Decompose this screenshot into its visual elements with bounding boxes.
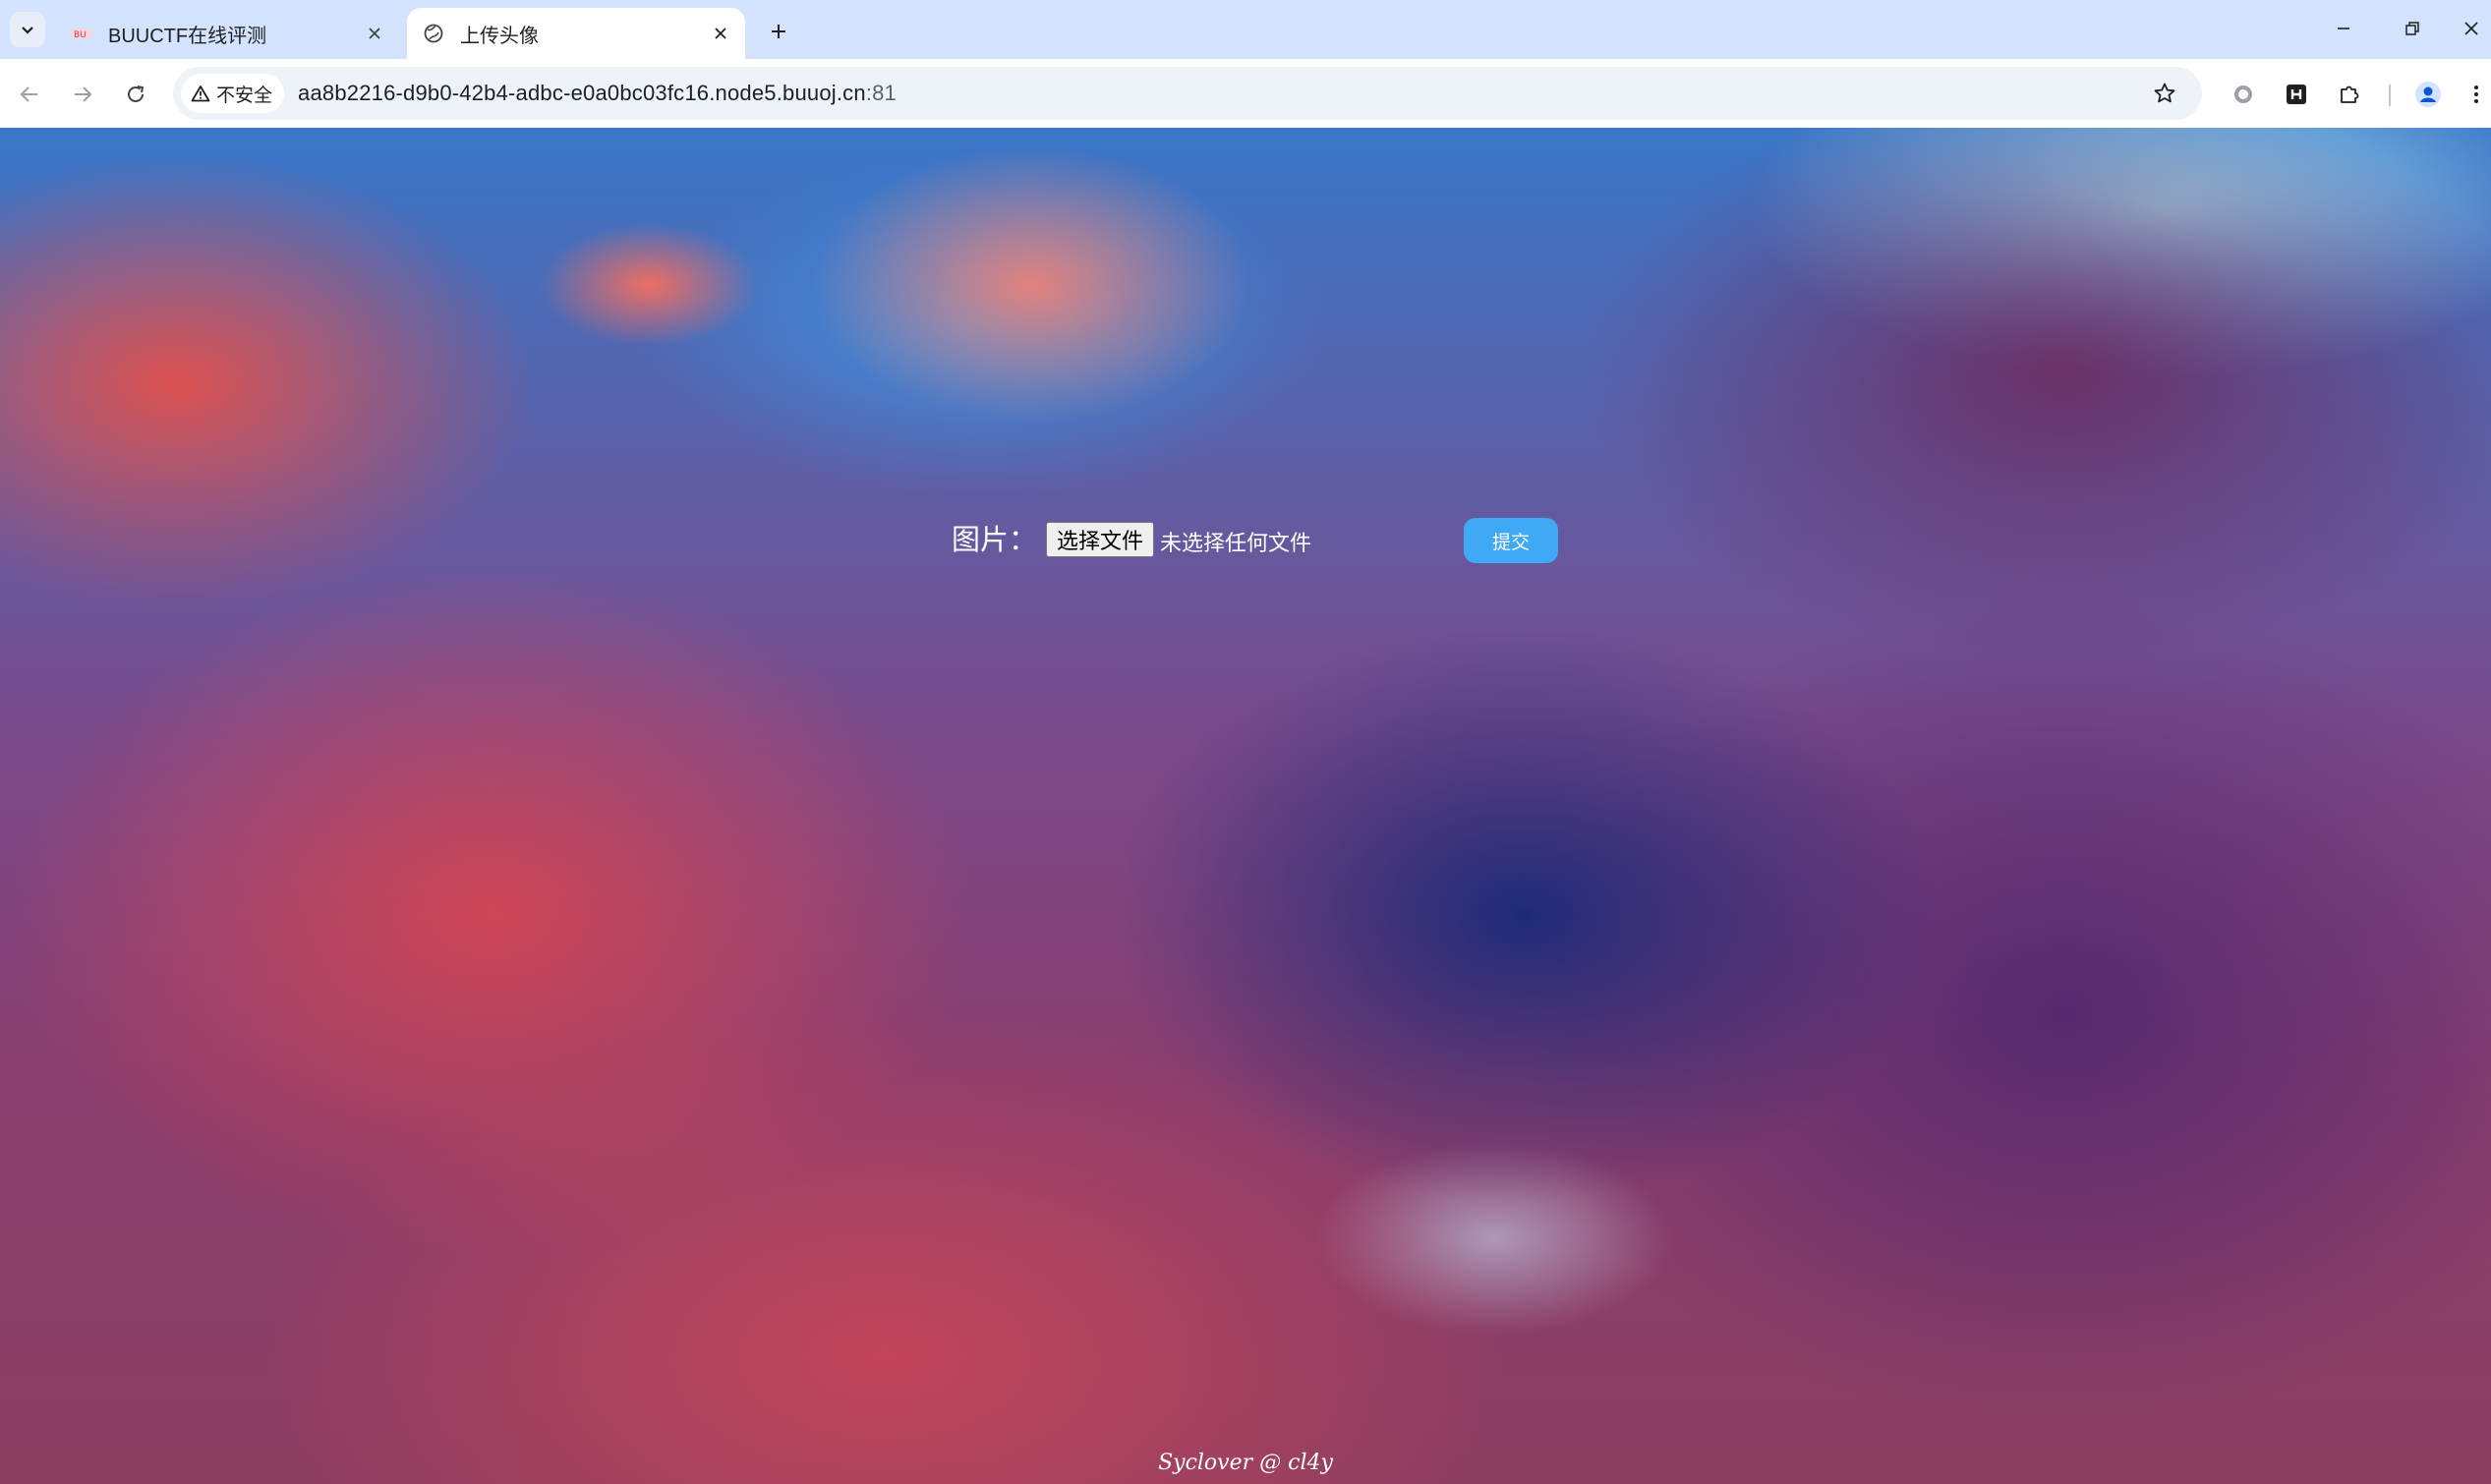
arrow-left-icon — [20, 86, 37, 102]
close-icon[interactable] — [706, 19, 735, 48]
minimize-icon — [2338, 28, 2349, 29]
reload-button[interactable] — [116, 75, 155, 114]
choose-file-button[interactable]: 选择文件 — [1046, 522, 1154, 557]
buuctf-favicon: BU — [71, 23, 92, 44]
address-bar[interactable]: 不安全 aa8b2216-d9b0-42b4-adbc-e0a0bc03fc16… — [173, 67, 2202, 120]
profile-icon — [2415, 82, 2441, 107]
star-icon — [2154, 83, 2175, 103]
warning-icon — [191, 86, 210, 102]
h-extension-icon — [2287, 85, 2306, 104]
new-tab-button[interactable] — [761, 14, 796, 49]
browser-menu-button[interactable] — [2462, 75, 2491, 114]
url-text: aa8b2216-d9b0-42b4-adbc-e0a0bc03fc16.nod… — [298, 81, 897, 106]
restore-icon — [2405, 22, 2419, 35]
hackbar-extension-button[interactable] — [2277, 75, 2316, 114]
profile-button[interactable] — [2408, 75, 2448, 114]
close-icon[interactable] — [360, 19, 389, 48]
tab-strip: BU BUUCTF在线评测 上传头像 — [0, 0, 2491, 59]
globe-icon — [423, 23, 444, 44]
plus-icon — [772, 25, 785, 38]
security-indicator[interactable]: 不安全 — [181, 74, 285, 113]
back-button[interactable] — [10, 75, 49, 114]
puzzle-icon — [2341, 86, 2359, 103]
svg-text:BU: BU — [74, 30, 87, 40]
reload-icon — [128, 86, 145, 102]
tab-search-button[interactable] — [10, 12, 45, 47]
close-icon — [2464, 22, 2478, 35]
extensions-button[interactable] — [2330, 75, 2369, 114]
upload-form: 图片： 选择文件 未选择任何文件 提交 — [0, 128, 2491, 563]
tab-upload-avatar[interactable]: 上传头像 — [407, 8, 745, 59]
footer-credit: Syclover @ cl4y — [1158, 1451, 1333, 1475]
bookmark-button[interactable] — [2145, 74, 2184, 113]
file-status-text: 未选择任何文件 — [1160, 531, 1312, 555]
restore-button[interactable] — [2383, 6, 2442, 51]
chevron-down-icon — [22, 27, 33, 34]
security-label: 不安全 — [216, 85, 273, 106]
more-vertical-icon — [2474, 86, 2478, 103]
circle-extension-icon — [2234, 86, 2252, 103]
forward-button[interactable] — [63, 75, 102, 114]
browser-toolbar: 不安全 aa8b2216-d9b0-42b4-adbc-e0a0bc03fc16… — [0, 59, 2491, 128]
minimize-button[interactable] — [2314, 6, 2373, 51]
url-port: :81 — [865, 81, 897, 105]
tab-title: BUUCTF在线评测 — [108, 25, 267, 47]
submit-button[interactable]: 提交 — [1464, 518, 1558, 563]
image-field-label: 图片： — [952, 523, 1038, 556]
tab-buuctf[interactable]: BU BUUCTF在线评测 — [55, 8, 399, 59]
tab-title: 上传头像 — [460, 25, 539, 47]
extension-button[interactable] — [2224, 75, 2263, 114]
close-window-button[interactable] — [2452, 6, 2491, 51]
url-host: aa8b2216-d9b0-42b4-adbc-e0a0bc03fc16.nod… — [298, 81, 866, 105]
page-viewport: 图片： 选择文件 未选择任何文件 提交 Syclover @ cl4y — [0, 128, 2491, 1484]
toolbar-divider — [2389, 85, 2391, 106]
arrow-right-icon — [75, 86, 92, 102]
